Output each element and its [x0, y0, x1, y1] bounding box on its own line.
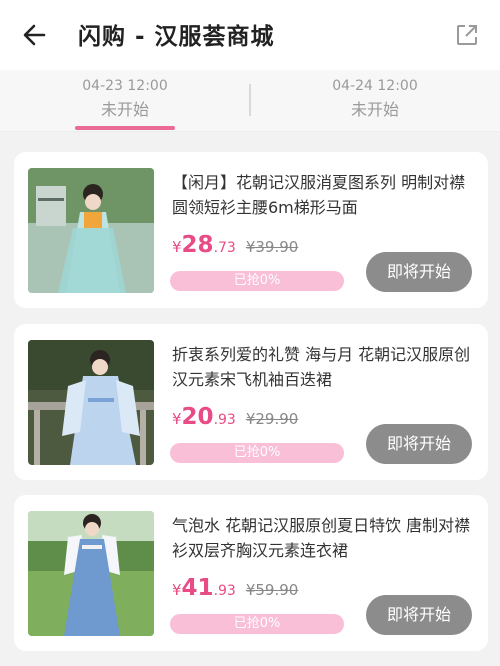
- original-price: ¥39.90: [245, 238, 299, 256]
- currency-symbol: ¥: [172, 581, 182, 599]
- coming-soon-button[interactable]: 即将开始: [366, 595, 472, 635]
- product-name[interactable]: 【闲月】花朝记汉服消夏图系列 明制对襟圆领短衫主腰6m梯形马面: [172, 170, 474, 220]
- price-decimal: .93: [213, 583, 236, 599]
- page-title: 闪购 - 汉服荟商城: [78, 24, 275, 50]
- tab-status: 未开始: [350, 100, 399, 119]
- app-header: 闪购 - 汉服荟商城: [0, 0, 500, 70]
- sold-progress-label: 已抢0%: [233, 273, 281, 288]
- price: ¥28.73 ¥39.90: [172, 232, 298, 258]
- product-card[interactable]: 气泡水 花朝记汉服原创夏日特饮 唐制对襟衫双层齐胸汉元素连衣裙 ¥41.93 ¥5…: [14, 495, 488, 651]
- price: ¥20.93 ¥29.90: [172, 404, 298, 430]
- tab-status: 未开始: [100, 100, 149, 119]
- price-decimal: .73: [213, 240, 236, 256]
- active-tab-indicator: [75, 126, 175, 130]
- tab-time: 04-24 12:00: [332, 78, 418, 94]
- product-card[interactable]: 折衷系列爱的礼赞 海与月 花朝记汉服原创 汉元素宋飞机袖百迭裙 ¥20.93 ¥2…: [14, 324, 488, 480]
- coming-soon-button[interactable]: 即将开始: [366, 424, 472, 464]
- sold-progress-label: 已抢0%: [233, 445, 281, 460]
- session-tabs: 04-23 12:00 未开始 04-24 12:00 未开始: [0, 70, 500, 132]
- price-integer: 41: [181, 575, 214, 601]
- external-link-icon[interactable]: [454, 22, 480, 48]
- product-image[interactable]: [28, 168, 154, 293]
- sold-progress-bar: 已抢0%: [170, 614, 344, 634]
- product-name[interactable]: 折衷系列爱的礼赞 海与月 花朝记汉服原创 汉元素宋飞机袖百迭裙: [172, 342, 474, 392]
- back-arrow-icon[interactable]: [20, 20, 50, 50]
- price-integer: 28: [181, 232, 214, 258]
- tab-session-2[interactable]: 04-24 12:00 未开始: [250, 70, 500, 132]
- price: ¥41.93 ¥59.90: [172, 575, 298, 601]
- price-integer: 20: [181, 404, 214, 430]
- original-price: ¥59.90: [245, 581, 299, 599]
- product-card[interactable]: 【闲月】花朝记汉服消夏图系列 明制对襟圆领短衫主腰6m梯形马面 ¥28.73 ¥3…: [14, 152, 488, 308]
- tab-time: 04-23 12:00: [82, 78, 168, 94]
- product-image[interactable]: [28, 340, 154, 465]
- currency-symbol: ¥: [172, 410, 182, 428]
- currency-symbol: ¥: [172, 238, 182, 256]
- sold-progress-bar: 已抢0%: [170, 443, 344, 463]
- original-price: ¥29.90: [245, 410, 299, 428]
- coming-soon-button[interactable]: 即将开始: [366, 252, 472, 292]
- tab-session-1[interactable]: 04-23 12:00 未开始: [0, 70, 250, 132]
- sold-progress-bar: 已抢0%: [170, 271, 344, 291]
- product-name[interactable]: 气泡水 花朝记汉服原创夏日特饮 唐制对襟衫双层齐胸汉元素连衣裙: [172, 513, 474, 563]
- sold-progress-label: 已抢0%: [233, 616, 281, 631]
- product-image[interactable]: [28, 511, 154, 636]
- price-decimal: .93: [213, 412, 236, 428]
